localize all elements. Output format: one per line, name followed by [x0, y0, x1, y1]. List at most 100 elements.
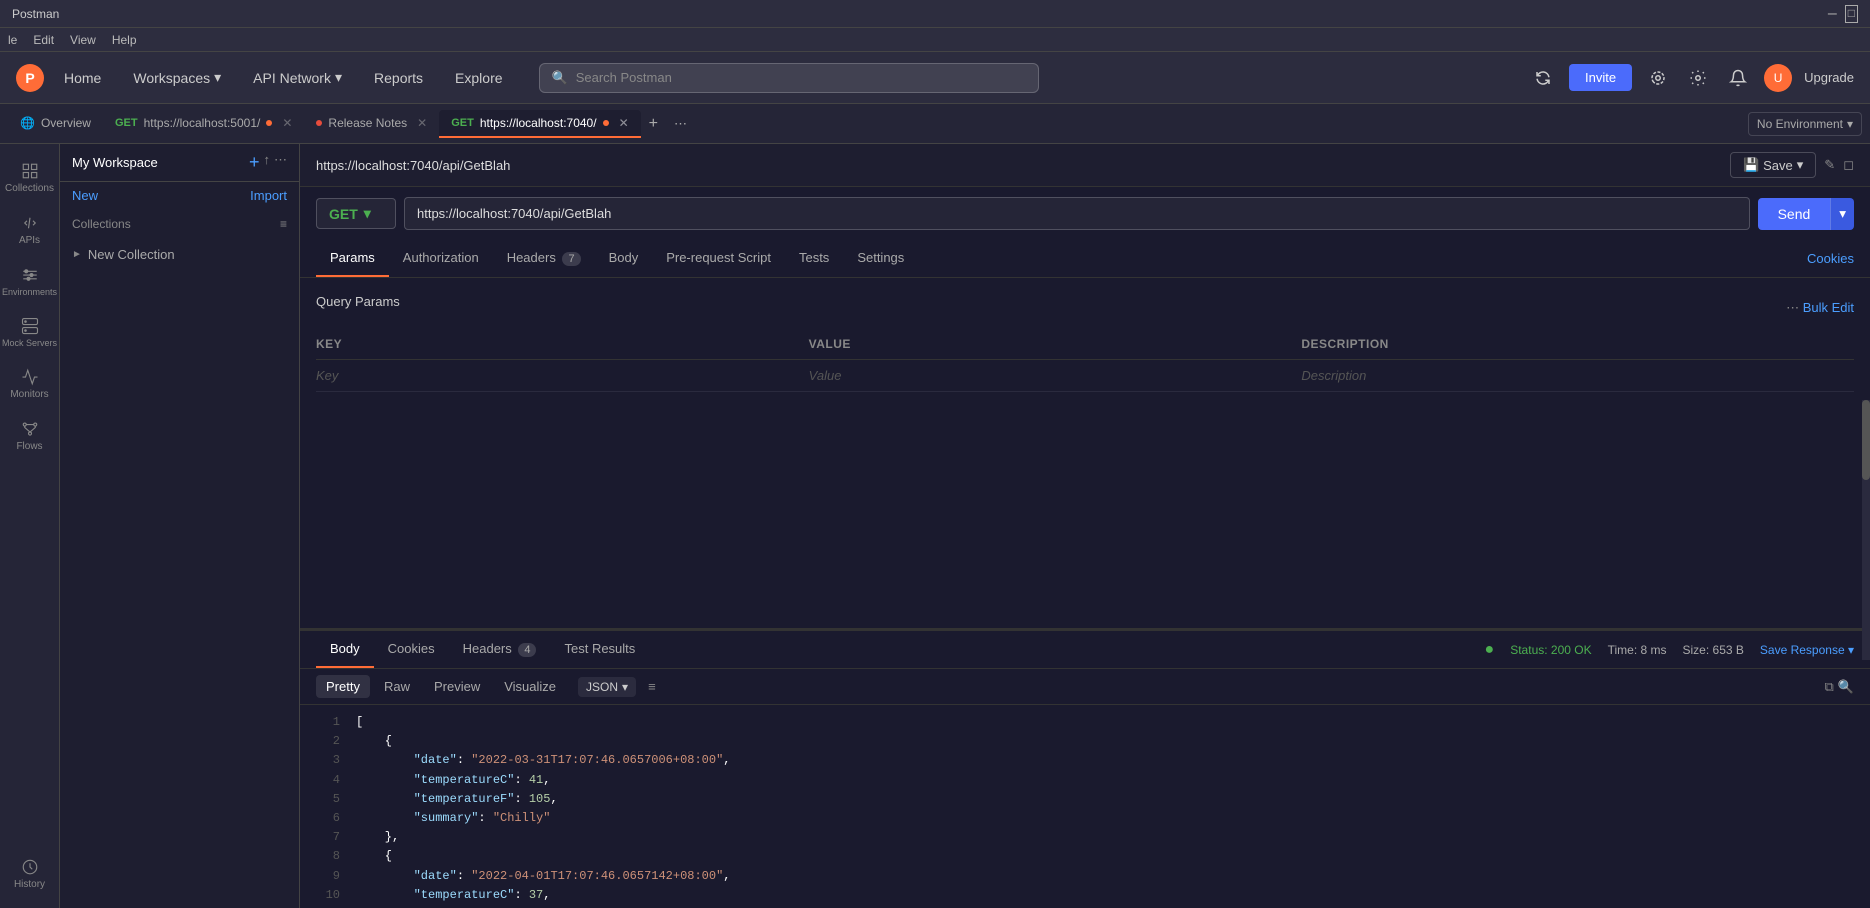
import-label[interactable]: Import	[250, 188, 287, 203]
url-actions: 💾 Save ▾ ✎ ◻	[1730, 152, 1854, 178]
sync-icon[interactable]	[1529, 64, 1557, 92]
json-line-5: 5 "temperatureF": 105,	[316, 790, 1854, 809]
tab-close-icon[interactable]: ✕	[282, 116, 292, 130]
new-btn[interactable]: New	[72, 188, 98, 203]
search-response-icon[interactable]: 🔍	[1838, 679, 1854, 695]
tab-tests[interactable]: Tests	[785, 240, 843, 277]
nav-explore[interactable]: Explore	[443, 64, 514, 92]
key-header: KEY	[316, 337, 801, 351]
more-options-icon[interactable]: ⋯	[274, 152, 287, 173]
json-line-2: 2 {	[316, 732, 1854, 751]
tab-overview[interactable]: 🌐 Overview	[8, 110, 103, 138]
format-selector[interactable]: JSON ▾	[578, 677, 636, 697]
notification-icon[interactable]	[1724, 64, 1752, 92]
tab-add-button[interactable]: +	[641, 111, 666, 137]
satellite-icon[interactable]	[1644, 64, 1672, 92]
monitors-icon	[21, 368, 39, 386]
bulk-edit-button[interactable]: ⋯ Bulk Edit	[1786, 300, 1854, 316]
json-content: 1 [ 2 { 3 "date": "2022-03-31T17:07:46.0…	[300, 705, 1870, 908]
response-status: ● Status: 200 OK Time: 8 ms Size: 653 B …	[1485, 641, 1854, 659]
app-title: Postman	[12, 7, 59, 21]
import-btn[interactable]: ↑	[264, 152, 271, 173]
sidebar-item-environments[interactable]: Environments	[0, 256, 59, 307]
settings-icon[interactable]	[1684, 64, 1712, 92]
invite-button[interactable]: Invite	[1569, 64, 1632, 91]
tab-more-button[interactable]: ⋯	[666, 112, 695, 136]
new-collection-item[interactable]: ► New Collection	[60, 239, 299, 270]
scrollbar-thumb[interactable]	[1862, 400, 1870, 480]
res-tab-headers[interactable]: Headers 4	[449, 631, 551, 668]
sidebar-item-mock-servers[interactable]: Mock Servers	[0, 307, 59, 358]
tab-authorization[interactable]: Authorization	[389, 240, 493, 277]
chevron-right-icon: ►	[72, 249, 82, 260]
sidebar-item-history[interactable]: History	[0, 848, 59, 900]
tab-localhost-5001[interactable]: GET https://localhost:5001/ ✕	[103, 110, 304, 138]
left-panel: My Workspace + ↑ ⋯ New Import Collection…	[60, 144, 300, 908]
res-body-tab-preview[interactable]: Preview	[424, 675, 490, 698]
wrap-lines-icon[interactable]: ≡	[648, 679, 656, 694]
workspace-header-actions: New Import	[60, 182, 299, 209]
params-table: KEY VALUE DESCRIPTION Key Value Descript…	[316, 329, 1854, 392]
upgrade-button[interactable]: Upgrade	[1804, 70, 1854, 85]
new-collection-btn[interactable]: +	[249, 152, 260, 173]
user-avatar[interactable]: U	[1764, 64, 1792, 92]
tab-close-icon[interactable]: ✕	[619, 116, 629, 130]
nav-home[interactable]: Home	[52, 64, 113, 92]
value-cell-empty[interactable]: Value	[809, 368, 1294, 383]
globe-icon: 🌐	[20, 116, 35, 130]
tab-settings[interactable]: Settings	[843, 240, 918, 277]
tab-headers[interactable]: Headers 7	[493, 240, 595, 277]
minimize-btn[interactable]: –	[1828, 5, 1837, 23]
url-bar: https://localhost:7040/api/GetBlah 💾 Sav…	[300, 144, 1870, 187]
response-body-tabs: Pretty Raw Preview Visualize JSON ▾ ≡ ⧉ …	[300, 669, 1870, 705]
nav-workspaces[interactable]: Workspaces ▾	[121, 63, 233, 92]
nav-api-network[interactable]: API Network ▾	[241, 63, 354, 92]
res-tab-test-results[interactable]: Test Results	[550, 631, 649, 668]
tab-close-icon[interactable]: ✕	[417, 116, 427, 130]
res-body-tab-visualize[interactable]: Visualize	[494, 675, 566, 698]
layout-icon[interactable]: ◻	[1843, 157, 1854, 173]
send-button[interactable]: Send	[1758, 198, 1831, 230]
menu-item-help[interactable]: Help	[112, 33, 137, 47]
maximize-btn[interactable]: □	[1845, 5, 1858, 23]
cookies-link[interactable]: Cookies	[1807, 251, 1854, 266]
filter-icon[interactable]: ≡	[280, 217, 287, 231]
value-header: VALUE	[809, 337, 1294, 351]
edit-icon[interactable]: ✎	[1824, 157, 1835, 173]
send-dropdown-button[interactable]: ▾	[1830, 198, 1854, 230]
sidebar-item-collections[interactable]: Collections	[0, 152, 59, 204]
tab-localhost-7040[interactable]: GET https://localhost:7040/ ✕	[439, 110, 640, 138]
sidebar-item-apis[interactable]: APIs	[0, 204, 59, 256]
tab-params[interactable]: Params	[316, 240, 389, 277]
url-input[interactable]	[404, 197, 1750, 230]
environment-selector[interactable]: No Environment ▾	[1748, 112, 1862, 136]
save-button[interactable]: 💾 Save ▾	[1730, 152, 1816, 178]
response-tabs-bar: Body Cookies Headers 4 Test Results ● St…	[300, 631, 1870, 669]
sidebar-item-flows[interactable]: Flows	[0, 410, 59, 462]
res-body-tab-raw[interactable]: Raw	[374, 675, 420, 698]
search-icon: 🔍	[552, 70, 568, 86]
scrollbar-track	[1862, 400, 1870, 660]
description-cell-empty[interactable]: Description	[1301, 368, 1786, 383]
search-bar[interactable]: 🔍 Search Postman	[539, 63, 1039, 93]
menu-item-edit[interactable]: Edit	[33, 33, 54, 47]
tab-body[interactable]: Body	[595, 240, 653, 277]
menu-item-view[interactable]: View	[70, 33, 96, 47]
sidebar-item-monitors[interactable]: Monitors	[0, 358, 59, 410]
menu-item-le[interactable]: le	[8, 33, 17, 47]
res-tab-cookies[interactable]: Cookies	[374, 631, 449, 668]
key-cell-empty[interactable]: Key	[316, 368, 801, 383]
json-line-7: 7 },	[316, 828, 1854, 847]
res-body-tab-pretty[interactable]: Pretty	[316, 675, 370, 698]
url-path: https://localhost:7040/api/GetBlah	[316, 158, 1722, 173]
status-icon: ●	[1485, 641, 1495, 659]
method-select[interactable]: GET ▾	[316, 198, 396, 229]
tab-prerequest[interactable]: Pre-request Script	[652, 240, 785, 277]
res-tab-body[interactable]: Body	[316, 631, 374, 668]
tab-release-notes[interactable]: Release Notes ✕	[304, 110, 439, 138]
flows-label: Flows	[16, 441, 42, 452]
nav-reports[interactable]: Reports	[362, 64, 435, 92]
copy-icon[interactable]: ⧉	[1825, 679, 1834, 695]
save-response-button[interactable]: Save Response ▾	[1760, 643, 1854, 657]
query-params-title: Query Params	[316, 294, 400, 309]
